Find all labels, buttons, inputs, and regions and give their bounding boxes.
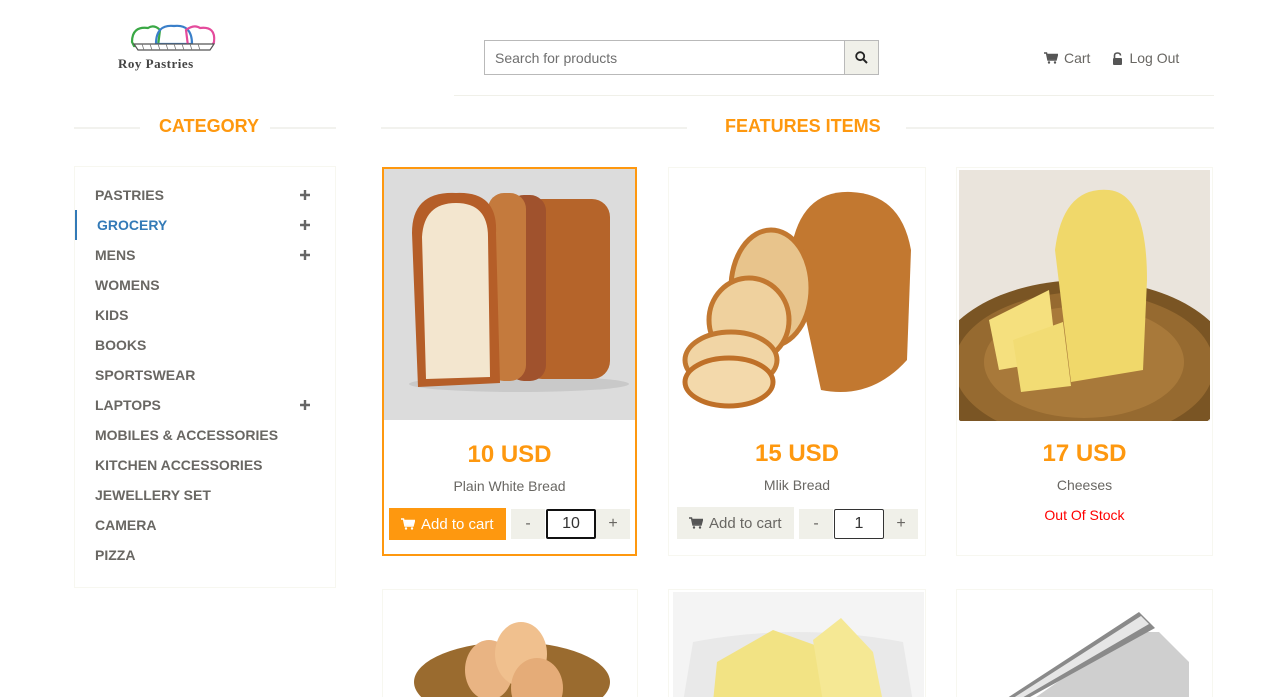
product-price: 10 USD <box>467 441 552 468</box>
category-label: KITCHEN ACCESSORIES <box>95 457 263 473</box>
bread-image <box>682 191 911 409</box>
search-input[interactable] <box>484 40 844 75</box>
search-bar <box>484 40 879 75</box>
category-item-kitchen-accessories[interactable]: KITCHEN ACCESSORIES <box>75 450 335 480</box>
category-label: GROCERY <box>97 217 168 233</box>
product-card <box>382 589 638 697</box>
nav-logout-link[interactable]: Log Out <box>1112 50 1179 66</box>
cart-icon <box>401 518 415 530</box>
category-panel: PASTRIES GROCERY MENS WOMENS KIDS BOOKS … <box>74 166 336 588</box>
cart-icon <box>1044 52 1058 64</box>
add-to-cart-button[interactable]: Add to cart <box>389 508 506 540</box>
category-label: JEWELLERY SET <box>95 487 211 503</box>
category-title-line-right <box>270 127 336 129</box>
plus-icon[interactable] <box>298 398 312 412</box>
category-item-sportswear[interactable]: SPORTSWEAR <box>75 360 335 390</box>
features-title-line-right <box>906 127 1214 129</box>
category-label: WOMENS <box>95 277 160 293</box>
product-name: Mlik Bread <box>763 477 831 493</box>
quantity-decrease-button[interactable]: - <box>799 509 833 539</box>
category-item-mobiles-accessories[interactable]: MOBILES & ACCESSORIES <box>75 420 335 450</box>
cheese-image <box>959 189 1210 421</box>
search-icon <box>855 51 868 64</box>
product-image-eggs[interactable] <box>385 592 636 697</box>
nav-logout-label: Log Out <box>1129 50 1180 66</box>
product-image-butter[interactable] <box>673 592 924 697</box>
category-label: KIDS <box>95 307 129 323</box>
category-item-jewellery-set[interactable]: JEWELLERY SET <box>75 480 335 510</box>
category-item-books[interactable]: BOOKS <box>75 330 335 360</box>
product-name: Cheeses <box>1056 477 1113 493</box>
category-item-grocery[interactable]: GROCERY <box>75 210 335 240</box>
features-title-line-left <box>381 127 687 129</box>
quantity-increase-button[interactable]: + <box>884 509 918 539</box>
header-divider <box>454 95 1214 96</box>
logo-text: Roy Pastries <box>118 56 194 71</box>
product-image-white-bread[interactable] <box>384 169 635 420</box>
plus-icon[interactable] <box>298 248 312 262</box>
category-label: LAPTOPS <box>95 397 161 413</box>
category-item-womens[interactable]: WOMENS <box>75 270 335 300</box>
add-to-cart-label: Add to cart <box>421 515 494 533</box>
site-logo[interactable]: Roy Pastries <box>112 22 234 74</box>
quantity-input[interactable] <box>546 509 596 539</box>
product-card: 15 USD Mlik Bread Add to cart - + <box>668 167 926 556</box>
product-card <box>668 589 926 697</box>
product-price: 15 USD <box>754 440 840 467</box>
category-item-kids[interactable]: KIDS <box>75 300 335 330</box>
product-image-milk-bread[interactable] <box>671 170 922 421</box>
eggs-image <box>414 622 610 697</box>
lock-icon <box>1113 51 1123 65</box>
add-to-cart-button[interactable]: Add to cart <box>677 507 794 539</box>
product-image-foil[interactable] <box>959 592 1210 697</box>
product-card <box>956 589 1213 697</box>
category-item-pizza[interactable]: PIZZA <box>75 540 335 570</box>
category-title-line-left <box>74 127 140 129</box>
bread-image <box>409 192 629 392</box>
product-name: Plain White Bread <box>453 478 566 494</box>
category-label: PASTRIES <box>95 187 164 203</box>
plus-icon[interactable] <box>298 218 312 232</box>
features-title: FEATURES ITEMS <box>725 116 881 136</box>
product-image-cheese[interactable] <box>959 170 1210 421</box>
category-label: MENS <box>95 247 136 263</box>
quantity-input[interactable] <box>834 509 884 539</box>
category-label: PIZZA <box>95 547 136 563</box>
out-of-stock-label: Out Of Stock <box>1044 507 1125 523</box>
nav-cart-label: Cart <box>1064 50 1091 66</box>
category-item-mens[interactable]: MENS <box>75 240 335 270</box>
category-item-laptops[interactable]: LAPTOPS <box>75 390 335 420</box>
category-item-pastries[interactable]: PASTRIES <box>75 180 335 210</box>
nav-cart-link[interactable]: Cart <box>1044 50 1090 66</box>
header-nav: Cart Log Out <box>1044 50 1179 66</box>
quantity-increase-button[interactable]: + <box>596 509 630 539</box>
add-to-cart-label: Add to cart <box>709 514 782 532</box>
search-button[interactable] <box>844 40 879 75</box>
category-label: CAMERA <box>95 517 157 533</box>
category-label: MOBILES & ACCESSORIES <box>95 427 279 443</box>
logo-icon <box>130 24 216 51</box>
butter-image <box>683 618 913 697</box>
product-card: 17 USD Cheeses Out Of Stock <box>956 167 1213 556</box>
category-item-camera[interactable]: CAMERA <box>75 510 335 540</box>
foil-image <box>1008 612 1189 697</box>
product-card: 10 USD Plain White Bread Add to cart - + <box>382 167 637 556</box>
plus-icon[interactable] <box>298 188 312 202</box>
quantity-decrease-button[interactable]: - <box>511 509 545 539</box>
category-label: BOOKS <box>95 337 147 353</box>
category-label: SPORTSWEAR <box>95 367 196 383</box>
product-price: 17 USD <box>1042 440 1127 467</box>
cart-icon <box>689 517 703 529</box>
category-title: CATEGORY <box>159 116 260 136</box>
